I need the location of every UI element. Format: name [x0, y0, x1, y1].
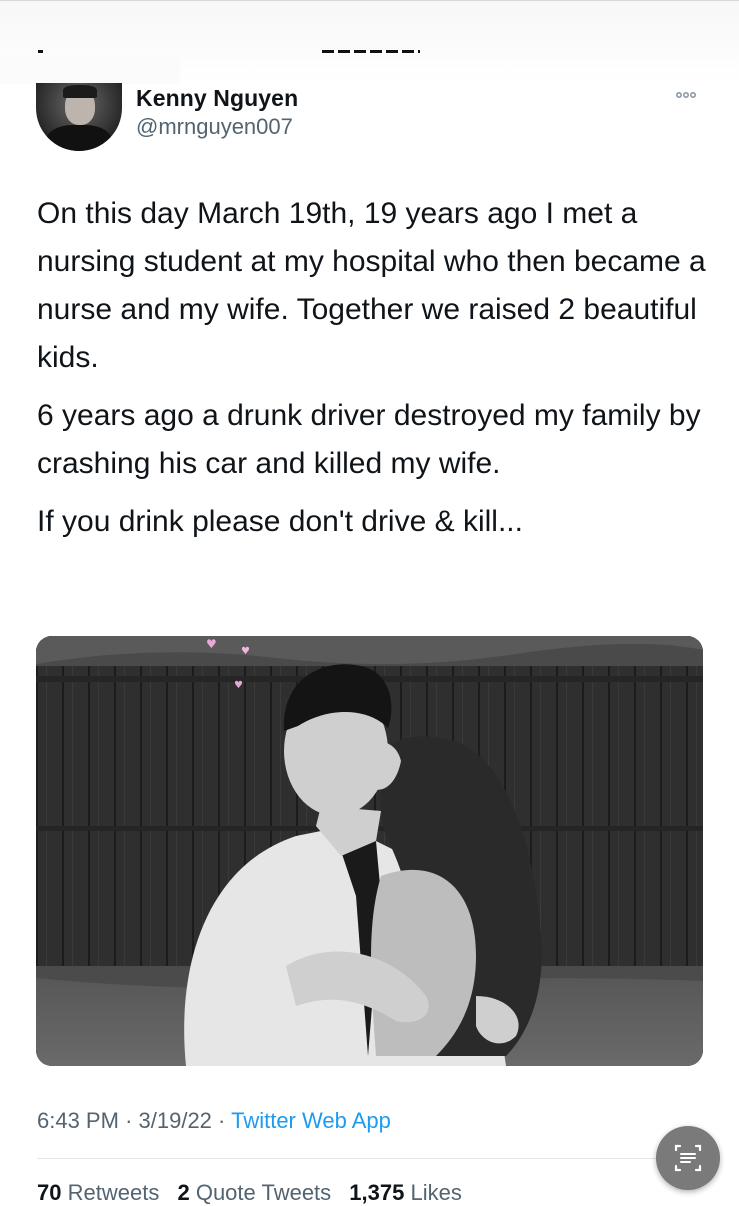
- tweet-paragraph: If you drink please don't drive & kill..…: [37, 505, 523, 538]
- header-title-fragment: [322, 50, 420, 53]
- likes-count: 1,375: [349, 1180, 405, 1205]
- likes-stat[interactable]: 1,375 Likes: [349, 1180, 462, 1205]
- quotes-label: Quote Tweets: [195, 1180, 332, 1205]
- tweet-paragraph: 6 years ago a drunk driver destroyed my …: [37, 399, 701, 480]
- retweets-count: 70: [37, 1180, 62, 1205]
- tweet-date[interactable]: 3/19/22: [139, 1108, 212, 1133]
- engagement-stats: 70 Retweets 2 Quote Tweets 1,375 Likes: [37, 1180, 462, 1206]
- svg-text:♥: ♥: [234, 680, 243, 691]
- tweet-text: On this day March 19th, 19 years ago I m…: [37, 190, 717, 556]
- meta-separator: ·: [125, 1108, 133, 1133]
- back-arrow-fragment-icon: [38, 50, 43, 53]
- retweets-label: Retweets: [67, 1180, 160, 1205]
- author-handle[interactable]: @mrnguyen007: [136, 114, 293, 140]
- previous-screen-strip: [0, 0, 739, 84]
- svg-text:♥: ♥: [206, 637, 217, 651]
- author-name[interactable]: Kenny Nguyen: [136, 85, 298, 112]
- header-fade: [0, 56, 180, 84]
- more-icon[interactable]: [668, 80, 704, 110]
- tweet-paragraph: On this day March 19th, 19 years ago I m…: [37, 197, 706, 374]
- top-border: [0, 0, 739, 1]
- avatar-shirt: [46, 125, 112, 151]
- quotes-count: 2: [177, 1180, 190, 1205]
- avatar-hair: [63, 85, 97, 98]
- tweet-source-link[interactable]: Twitter Web App: [231, 1108, 391, 1133]
- tweet-photo[interactable]: ♥ ♥ ♥: [36, 636, 703, 1066]
- scan-text-icon: [674, 1144, 702, 1172]
- scan-text-button[interactable]: [656, 1126, 720, 1190]
- avatar[interactable]: [36, 83, 122, 151]
- divider: [37, 1158, 703, 1159]
- likes-label: Likes: [410, 1180, 462, 1205]
- photo-illustration: ♥ ♥ ♥: [36, 636, 703, 1066]
- tweet-timestamp: 6:43 PM · 3/19/22 · Twitter Web App: [37, 1108, 391, 1134]
- tweet-time[interactable]: 6:43 PM: [37, 1108, 119, 1133]
- retweets-stat[interactable]: 70 Retweets: [37, 1180, 159, 1205]
- quote-tweets-stat[interactable]: 2 Quote Tweets: [177, 1180, 331, 1205]
- svg-text:♥: ♥: [241, 646, 250, 657]
- meta-separator: ·: [218, 1108, 226, 1133]
